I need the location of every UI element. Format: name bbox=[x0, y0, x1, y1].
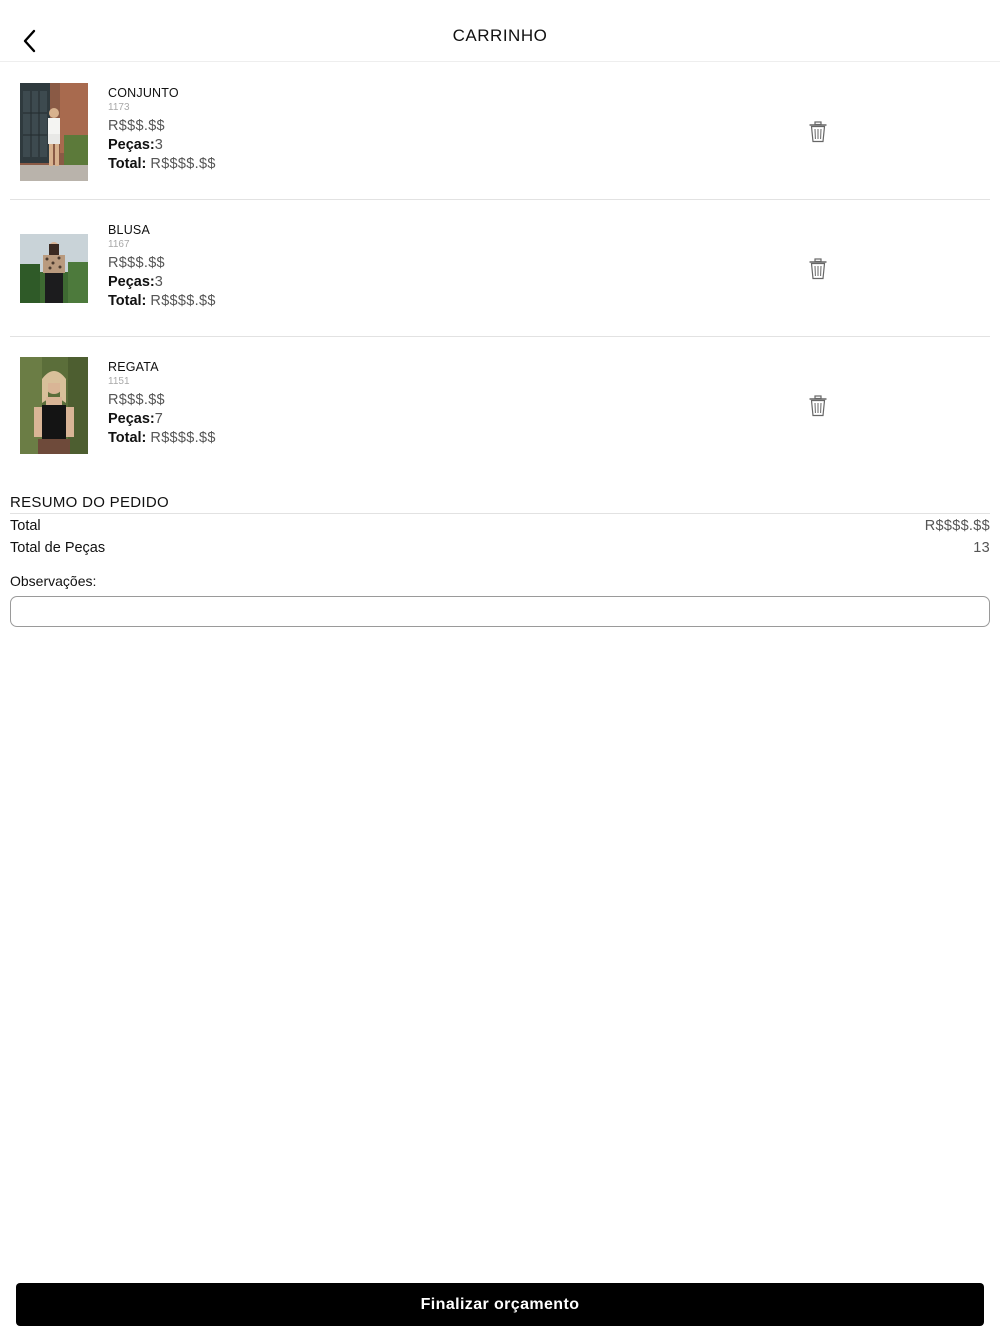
pieces-label: Peças: bbox=[108, 137, 155, 153]
pieces-value: 7 bbox=[154, 411, 164, 427]
finalize-quote-button[interactable]: Finalizar orçamento bbox=[16, 1283, 984, 1326]
item-total: Total: R$$$$.$$ bbox=[108, 292, 216, 311]
item-details: BLUSA 1167 R$$$.$$ Peças:3 Total: R$$$$.… bbox=[108, 222, 216, 311]
pieces-label: Peças: bbox=[108, 411, 155, 427]
trash-icon bbox=[809, 395, 827, 417]
cart-item: BLUSA 1167 R$$$.$$ Peças:3 Total: R$$$$.… bbox=[10, 200, 990, 337]
trash-icon bbox=[809, 121, 827, 143]
total-value: R$$$$.$$ bbox=[150, 430, 216, 446]
item-name[interactable]: BLUSA bbox=[108, 222, 216, 238]
item-price: R$$$.$$ bbox=[108, 118, 165, 134]
item-code: 1167 bbox=[108, 239, 130, 250]
delete-item-button[interactable] bbox=[808, 258, 828, 280]
summary-pieces-label: Total de Peças bbox=[10, 540, 106, 556]
pieces-label: Peças: bbox=[108, 274, 155, 290]
item-total: Total: R$$$$.$$ bbox=[108, 429, 216, 448]
total-label: Total: bbox=[108, 156, 147, 172]
item-total: Total: R$$$$.$$ bbox=[108, 155, 216, 174]
item-name[interactable]: REGATA bbox=[108, 359, 216, 375]
delete-item-button[interactable] bbox=[808, 395, 828, 417]
top-bar: CARRINHO bbox=[0, 0, 1000, 62]
cart-item: REGATA 1151 R$$$.$$ Peças:7 Total: R$$$$… bbox=[10, 337, 990, 474]
item-price: R$$$.$$ bbox=[108, 255, 165, 271]
pieces-value: 3 bbox=[154, 274, 164, 290]
product-image[interactable] bbox=[20, 357, 88, 454]
pieces-value: 3 bbox=[154, 137, 164, 153]
trash-icon bbox=[809, 258, 827, 280]
summary-total-value: R$$$$.$$ bbox=[924, 518, 990, 534]
item-code: 1173 bbox=[108, 102, 130, 113]
item-details: CONJUNTO 1173 R$$$.$$ Peças:3 Total: R$$… bbox=[108, 85, 216, 174]
total-value: R$$$$.$$ bbox=[150, 293, 216, 309]
summary-total-row: Total R$$$$.$$ bbox=[10, 518, 990, 534]
product-image[interactable] bbox=[20, 83, 88, 181]
product-image[interactable] bbox=[20, 234, 88, 303]
cart-item: CONJUNTO 1173 R$$$.$$ Peças:3 Total: R$$… bbox=[10, 63, 990, 200]
total-label: Total: bbox=[108, 293, 147, 309]
item-pieces: Peças:3 bbox=[108, 136, 216, 155]
item-pieces: Peças:7 bbox=[108, 410, 216, 429]
item-name[interactable]: CONJUNTO bbox=[108, 85, 216, 101]
notes-label: Observações: bbox=[10, 573, 97, 589]
item-price: R$$$.$$ bbox=[108, 392, 165, 408]
item-code: 1151 bbox=[108, 376, 130, 387]
summary-pieces-value: 13 bbox=[973, 540, 990, 556]
summary-title: RESUMO DO PEDIDO bbox=[10, 494, 169, 511]
summary-total-label: Total bbox=[10, 518, 41, 534]
divider bbox=[10, 513, 990, 514]
summary-pieces-row: Total de Peças 13 bbox=[10, 540, 990, 556]
total-value: R$$$$.$$ bbox=[150, 156, 216, 172]
item-details: REGATA 1151 R$$$.$$ Peças:7 Total: R$$$$… bbox=[108, 359, 216, 448]
item-pieces: Peças:3 bbox=[108, 273, 216, 292]
delete-item-button[interactable] bbox=[808, 121, 828, 143]
page-title: CARRINHO bbox=[452, 26, 548, 45]
notes-input[interactable] bbox=[10, 596, 990, 627]
total-label: Total: bbox=[108, 430, 147, 446]
